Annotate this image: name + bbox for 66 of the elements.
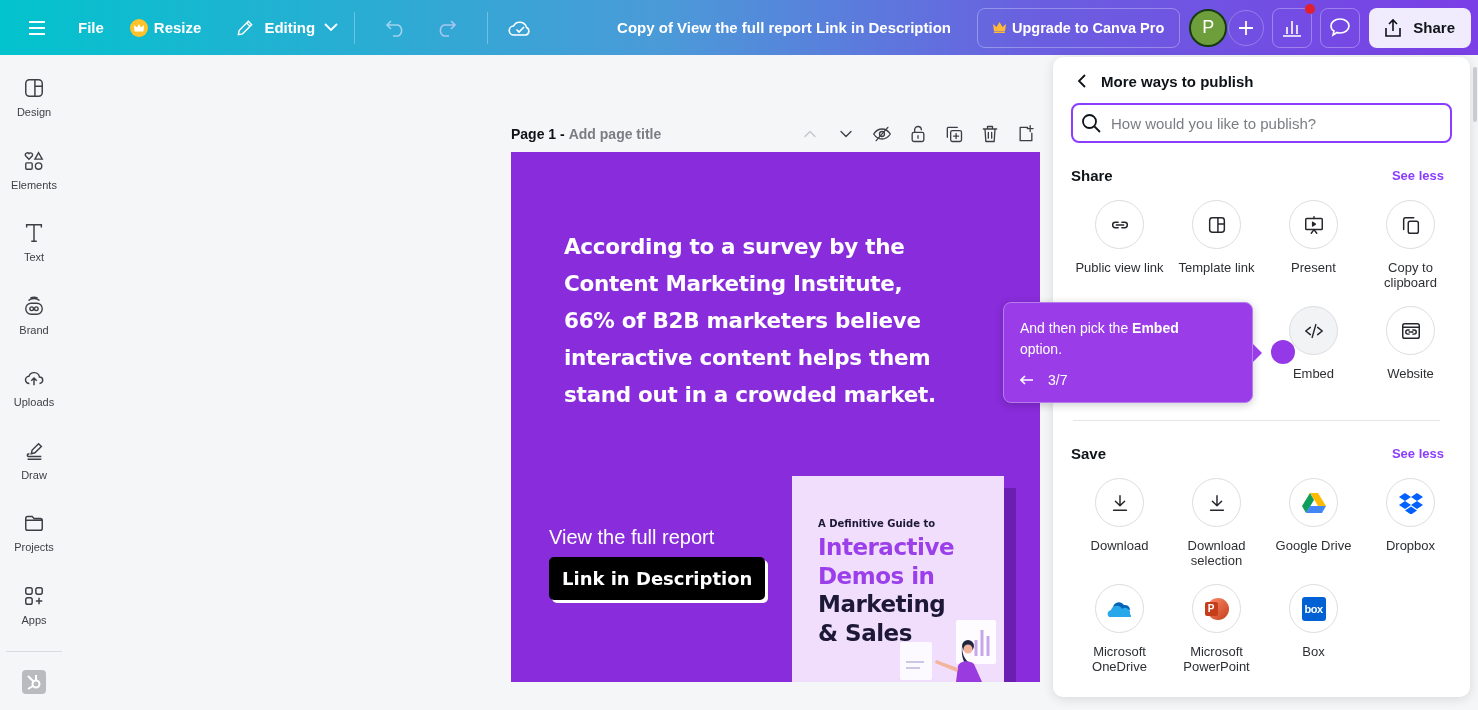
publish-option[interactable]: Dropbox — [1362, 478, 1459, 576]
search-icon — [1081, 113, 1101, 133]
page-title-field[interactable]: Add page title — [568, 126, 679, 142]
crown-icon — [129, 18, 148, 37]
publish-option[interactable]: Download — [1071, 478, 1168, 576]
publish-option[interactable]: Template link — [1168, 200, 1265, 298]
cta-caption: View the full report — [549, 526, 715, 549]
panel-title: More ways to publish — [1101, 72, 1254, 90]
page-label: Page 1 - — [511, 126, 565, 142]
tooltip-text: And then pick the Embed option. — [1020, 319, 1180, 359]
plus-icon — [1238, 19, 1255, 36]
publish-option[interactable]: Present — [1265, 200, 1362, 298]
add-page-icon[interactable] — [1016, 124, 1036, 144]
caret-icon — [324, 23, 339, 32]
publish-option[interactable]: Download selection — [1168, 478, 1265, 576]
boxes-logo-icon — [1398, 491, 1423, 514]
back-icon[interactable] — [1077, 74, 1087, 88]
sidebar-item[interactable]: Brand — [19, 294, 49, 367]
see-less-link[interactable]: See less — [1391, 168, 1444, 183]
see-less-link[interactable]: See less — [1391, 446, 1444, 461]
section-heading: Share — [1071, 167, 1113, 184]
comment-button[interactable] — [1320, 7, 1361, 48]
cover-kicker: A Definitive Guide to — [818, 518, 937, 529]
share-button[interactable]: Share — [1369, 7, 1471, 48]
speech-bubble-icon — [1330, 18, 1351, 37]
publish-option[interactable]: box Box — [1265, 584, 1362, 682]
trash-icon[interactable] — [980, 124, 1000, 144]
shapes-icon — [23, 149, 45, 172]
sidebar-item[interactable]: Projects — [14, 512, 54, 585]
upload-icon — [1383, 17, 1404, 38]
box-logo-icon: box — [1301, 596, 1326, 621]
apps-icon — [23, 584, 45, 607]
upgrade-button[interactable]: Upgrade to Canva Pro — [977, 7, 1181, 48]
publish-option[interactable]: P Microsoft PowerPoint — [1168, 584, 1265, 682]
step-counter: 3/7 — [1048, 372, 1068, 388]
triangle-logo-icon — [1301, 491, 1326, 514]
analytics-button[interactable] — [1272, 7, 1313, 48]
quote-text: According to a survey by the Content Marketing Institute, 66% of B2B marketers believe interactive content helps them stand out in a crowded market. — [564, 233, 936, 409]
publish-option[interactable]: Copy to clipboard — [1362, 200, 1459, 298]
back-arrow-icon[interactable] — [1020, 375, 1034, 385]
publish-option[interactable]: Google Drive — [1265, 478, 1362, 576]
cta-badge: Link in Description — [549, 557, 766, 600]
eye-off-icon[interactable] — [872, 124, 892, 144]
sidebar-item[interactable]: Draw — [21, 439, 47, 512]
text-icon — [23, 222, 45, 244]
cloud-icon — [1106, 599, 1133, 618]
section-heading: Save — [1071, 445, 1107, 462]
bar-chart-icon — [1282, 18, 1303, 37]
cover-title: Interactive Demos in Marketing & Sales — [818, 533, 955, 647]
publish-option[interactable]: Website — [1362, 306, 1459, 404]
brand-icon — [23, 294, 45, 317]
scrollbar-thumb[interactable] — [1473, 67, 1477, 122]
presentation-icon — [1302, 213, 1325, 236]
duplicate-icon[interactable] — [944, 124, 964, 144]
pencil-icon — [235, 17, 256, 38]
search-field[interactable]: How would you like to publish? — [1071, 103, 1452, 143]
sidebar-item[interactable]: Uploads — [13, 367, 55, 440]
sidebar-item[interactable]: Design — [16, 77, 52, 150]
publish-option[interactable]: Public view link — [1071, 200, 1168, 298]
sidebar-item[interactable]: Apps — [21, 584, 47, 657]
slides-logo-icon: P — [1204, 597, 1229, 620]
publish-option[interactable]: Microsoft OneDrive — [1071, 584, 1168, 682]
layout-icon — [23, 77, 45, 99]
crown-icon — [993, 22, 1006, 33]
sidebar-item[interactable]: Elements — [11, 149, 57, 222]
sidebar-item[interactable]: Text — [23, 222, 45, 295]
